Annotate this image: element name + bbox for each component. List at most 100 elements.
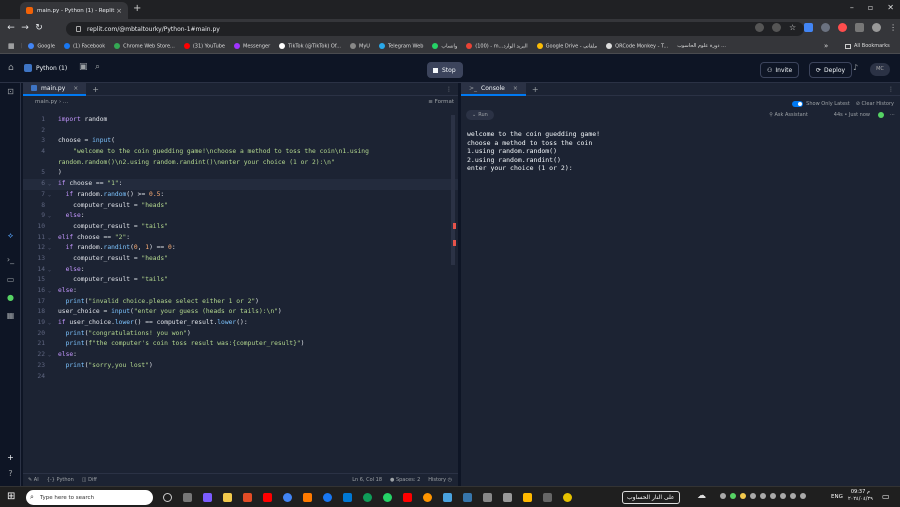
project-name[interactable]: Python (1) [24, 64, 67, 72]
minimize-icon[interactable]: – [850, 3, 854, 12]
run-pill[interactable]: ⌄ Run [466, 110, 494, 120]
task-view-icon[interactable] [163, 493, 172, 502]
edge-icon[interactable] [363, 493, 372, 502]
code-line[interactable]: 24 [23, 372, 458, 383]
code-line[interactable]: 21 print(f"the computer's coin toss resu… [23, 339, 458, 350]
network-icon[interactable] [780, 493, 786, 499]
tray-icon[interactable] [750, 493, 756, 499]
show-only-latest-toggle[interactable] [792, 101, 804, 107]
forward-icon[interactable]: → [18, 23, 32, 33]
bookmark-item[interactable]: TikTok (@TikTok) Of... [279, 42, 341, 49]
battery-icon[interactable] [800, 493, 806, 499]
tray-icon[interactable] [730, 493, 736, 499]
diff-button[interactable]: ◫ Diff [82, 477, 97, 483]
code-line[interactable]: 13 computer_result = "heads" [23, 254, 458, 265]
code-line[interactable]: 17 print("invalid choice.please select e… [23, 297, 458, 308]
facebook-icon[interactable] [323, 493, 332, 502]
volume-icon[interactable] [790, 493, 796, 499]
close-window-icon[interactable]: ✕ [887, 3, 894, 12]
file-explorer-icon[interactable] [223, 493, 232, 502]
close-tab-icon[interactable]: × [73, 85, 78, 92]
code-line[interactable]: 11 ⌄ elif choose == "2": [23, 233, 458, 244]
extension-icon[interactable] [821, 23, 831, 32]
reload-icon[interactable]: ↻ [32, 23, 46, 33]
webview-icon[interactable]: ▭ [6, 275, 15, 284]
invite-button[interactable]: ⚇ Invite [760, 62, 800, 78]
bookmark-star-icon[interactable]: ☆ [789, 23, 796, 32]
language-indicator[interactable]: ENG [831, 494, 843, 500]
code-line[interactable]: 22 ⌄ else: [23, 350, 458, 361]
youtube-icon[interactable] [403, 493, 412, 502]
code-line[interactable]: random.random()\n2.using random.randint(… [23, 158, 458, 169]
fold-chevron-icon[interactable]: ⌄ [48, 179, 51, 190]
new-tab-button[interactable]: + [133, 3, 141, 14]
apps-grid-icon[interactable]: ▦ [8, 42, 15, 50]
install-icon[interactable] [755, 23, 764, 32]
new-console-tab-button[interactable]: + [532, 85, 539, 94]
bookmark-item[interactable]: دورة علوم الحاسوب ... [677, 43, 726, 49]
close-tab-icon[interactable]: × [116, 7, 122, 15]
whatsapp-icon[interactable] [383, 493, 392, 502]
code-line[interactable]: 5) [23, 168, 458, 179]
files-icon[interactable]: ⊡ [6, 87, 15, 96]
help-icon[interactable]: ? [6, 469, 15, 478]
bookmark-item[interactable]: (1) Facebook [63, 42, 105, 49]
code-line[interactable]: 14 ⌄ else: [23, 265, 458, 276]
maximize-icon[interactable]: ▫ [868, 3, 873, 12]
cursor-position[interactable]: Ln 6, Col 18 [352, 477, 382, 483]
format-button[interactable]: ≡ Format [428, 99, 454, 105]
tab-console[interactable]: >_ Console × [461, 82, 526, 96]
avatar[interactable]: MC [870, 63, 890, 76]
fold-chevron-icon[interactable]: ⌄ [48, 211, 51, 222]
code-line[interactable]: 10 computer_result = "tails" [23, 222, 458, 233]
back-icon[interactable]: ← [4, 23, 18, 33]
fold-chevron-icon[interactable]: ⌄ [48, 243, 51, 254]
fold-chevron-icon[interactable]: ⌄ [48, 190, 51, 201]
pane-menu-icon[interactable]: ⋮ [446, 86, 452, 93]
code-line[interactable]: 12 ⌄ if random.randint(0, 1) == 0: [23, 243, 458, 254]
bookmark-item[interactable]: MyU [350, 42, 370, 49]
weather-icon[interactable]: ☁ [697, 491, 706, 501]
profile-icon[interactable] [872, 23, 882, 32]
app-icon[interactable] [503, 493, 512, 502]
zoom-icon[interactable] [772, 23, 781, 32]
breadcrumb-text[interactable]: main.py › ... [35, 99, 68, 105]
fold-chevron-icon[interactable]: ⌄ [48, 265, 51, 276]
firefox-icon[interactable] [423, 493, 432, 502]
app-icon[interactable] [483, 493, 492, 502]
code-line[interactable]: 19 ⌄ if user_choice.lower() == computer_re… [23, 318, 458, 329]
packages-icon[interactable]: ● [6, 293, 15, 302]
code-line[interactable]: 7 ⌄ if random.random() >= 0.5: [23, 190, 458, 201]
spaces-button[interactable]: ● Spaces: 2 [390, 477, 420, 483]
app-icon[interactable] [243, 493, 252, 502]
bluetooth-icon[interactable] [760, 493, 766, 499]
home-icon[interactable]: ⌂ [8, 63, 14, 73]
bookmark-item[interactable]: واتساب [432, 42, 457, 49]
code-line[interactable]: 15 computer_result = "tails" [23, 275, 458, 286]
fold-chevron-icon[interactable]: ⌄ [48, 286, 51, 297]
code-line[interactable]: 3 choose = input( [23, 136, 458, 147]
bookmark-item[interactable]: Google Drive - ملفاتي [536, 42, 597, 49]
bookmark-item[interactable]: Messenger [234, 42, 270, 49]
layout-icon[interactable]: ▣ [79, 62, 88, 72]
add-tool-icon[interactable]: + [6, 453, 15, 462]
code-line[interactable]: 18 user_choice = input("enter your guess … [23, 307, 458, 318]
tray-icon[interactable] [770, 493, 776, 499]
notification-center-icon[interactable]: ▭ [882, 492, 890, 501]
close-tab-icon[interactable]: × [513, 85, 518, 92]
clear-history-button[interactable]: ⊘ Clear History [856, 101, 894, 107]
search-icon[interactable]: ⌕ [95, 62, 100, 72]
taskbar-search-field[interactable]: ⌕ Type here to search [26, 490, 153, 505]
code-line[interactable]: 9 ⌄ else: [23, 211, 458, 222]
tab-main-py[interactable]: main.py × [23, 82, 87, 96]
site-info-icon[interactable] [76, 26, 81, 32]
fold-chevron-icon[interactable]: ⌄ [48, 318, 51, 329]
language-button[interactable]: {-} Python [47, 477, 74, 483]
windows-start-icon[interactable]: ⊞ [7, 491, 15, 502]
ask-assistant-button[interactable]: ⚲ Ask Assistant [769, 112, 808, 118]
history-button[interactable]: History ◷ [428, 477, 452, 483]
app-icon[interactable] [563, 493, 572, 502]
tools-icon[interactable]: ⟡ [6, 231, 15, 240]
code-line[interactable]: 2 [23, 126, 458, 137]
vscode-icon[interactable] [343, 493, 352, 502]
